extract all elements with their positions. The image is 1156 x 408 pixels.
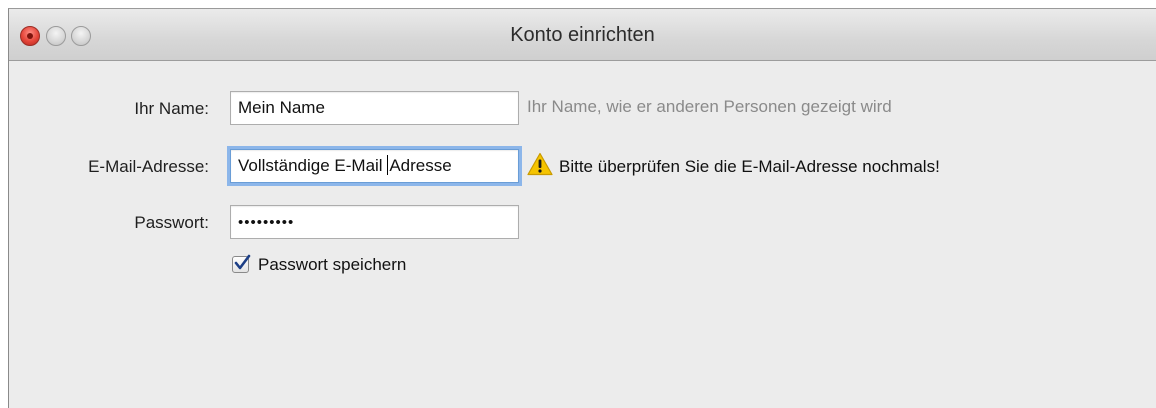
email-field[interactable]: Vollständige E-Mail Adresse — [230, 149, 519, 183]
window-title: Konto einrichten — [510, 24, 655, 46]
password-field[interactable]: ••••••••• — [230, 205, 519, 239]
name-field-value: Mein Name — [238, 98, 325, 117]
email-warning-text: Bitte überprüfen Sie die E-Mail-Adresse … — [559, 157, 940, 176]
checkmark-icon — [234, 254, 251, 270]
email-field-value-start: Vollständige E-Mail — [238, 156, 388, 175]
email-label: E-Mail-Adresse: — [88, 157, 209, 176]
password-field-value: ••••••••• — [238, 214, 295, 231]
name-hint: Ihr Name, wie er anderen Personen gezeig… — [527, 97, 892, 116]
warning-icon — [527, 152, 553, 176]
window: Konto einrichten Ihr Name: Mein Name Ihr… — [8, 8, 1156, 408]
email-field-value-end: Adresse — [389, 156, 452, 175]
title-bar: Konto einrichten — [9, 9, 1156, 61]
name-label: Ihr Name: — [134, 99, 209, 118]
password-label: Passwort: — [134, 213, 209, 232]
remember-password-label[interactable]: Passwort speichern — [258, 255, 406, 275]
remember-password-checkbox[interactable] — [232, 254, 251, 273]
name-field[interactable]: Mein Name — [230, 91, 519, 125]
